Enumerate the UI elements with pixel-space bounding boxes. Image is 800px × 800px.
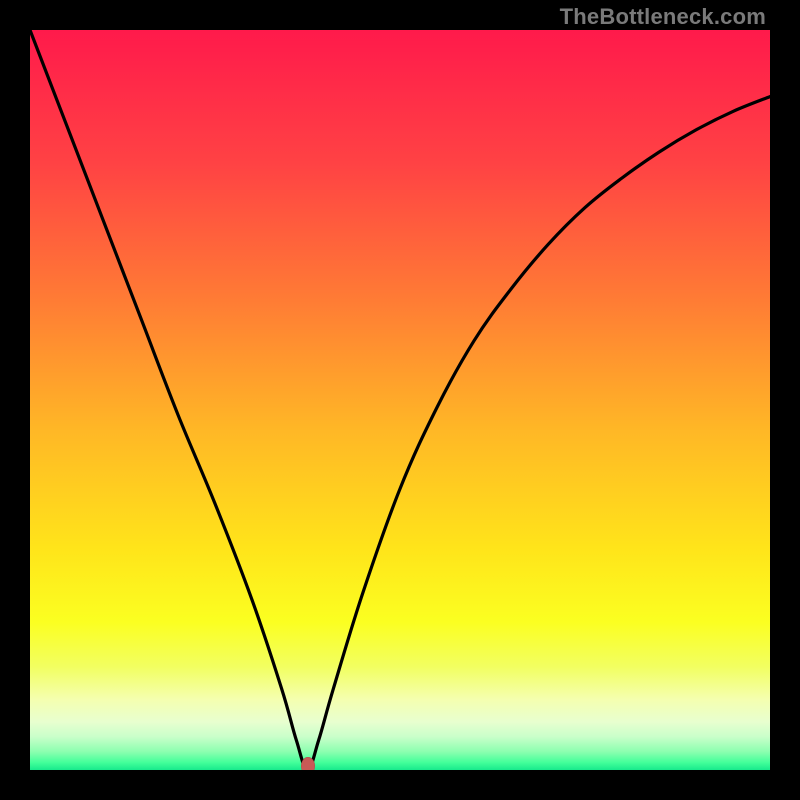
optimal-point-marker	[301, 757, 315, 770]
background-gradient	[30, 30, 770, 770]
plot-area	[30, 30, 770, 770]
chart-frame: TheBottleneck.com	[0, 0, 800, 800]
watermark-text: TheBottleneck.com	[560, 4, 766, 30]
